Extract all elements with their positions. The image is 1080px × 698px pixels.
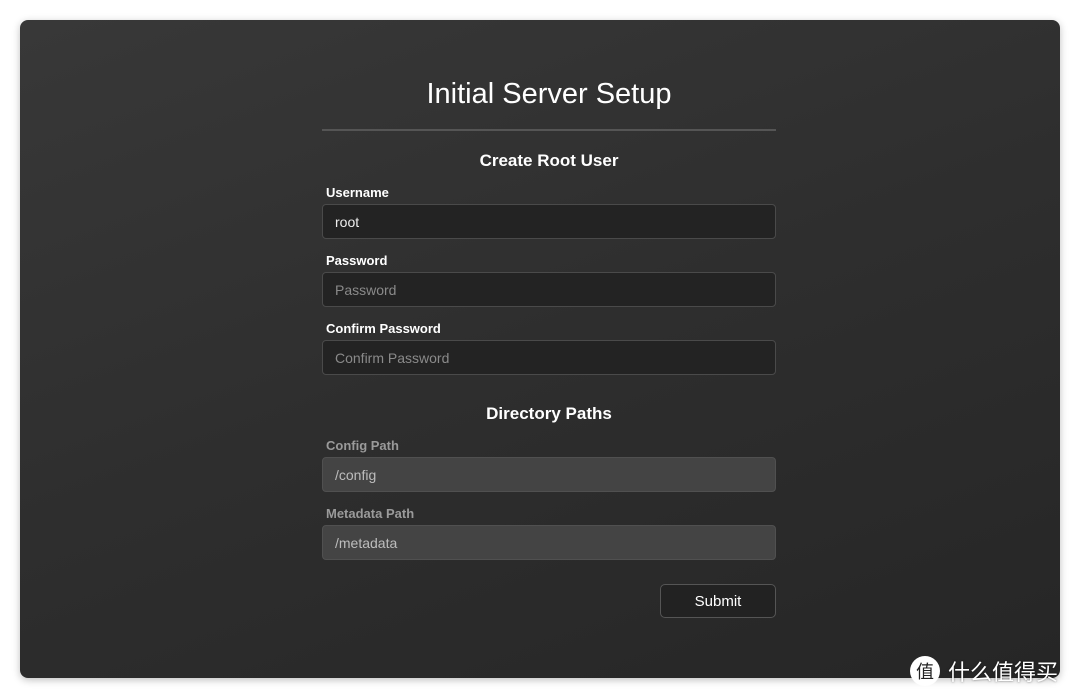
- section-heading-root-user: Create Root User: [479, 151, 619, 170]
- submit-button[interactable]: Submit: [660, 584, 776, 618]
- config-path-label: Config Path: [326, 438, 399, 453]
- password-label: Password: [326, 253, 388, 268]
- username-label: Username: [326, 185, 389, 200]
- watermark: 值 什么值得买: [910, 655, 1058, 687]
- metadata-path-label: Metadata Path: [326, 506, 415, 521]
- section-heading-directory-paths: Directory Paths: [486, 404, 612, 423]
- confirm-password-label: Confirm Password: [326, 321, 441, 336]
- username-input[interactable]: [322, 204, 776, 239]
- metadata-path-input: [322, 525, 776, 560]
- title-divider: [322, 129, 776, 131]
- page-title: Initial Server Setup: [426, 78, 672, 110]
- confirm-password-input[interactable]: [322, 340, 776, 375]
- password-input[interactable]: [322, 272, 776, 307]
- watermark-logo-icon: 值: [910, 656, 940, 686]
- watermark-text: 什么值得买: [948, 660, 1059, 685]
- config-path-input: [322, 457, 776, 492]
- setup-panel: Initial Server Setup Create Root User Us…: [20, 20, 1060, 678]
